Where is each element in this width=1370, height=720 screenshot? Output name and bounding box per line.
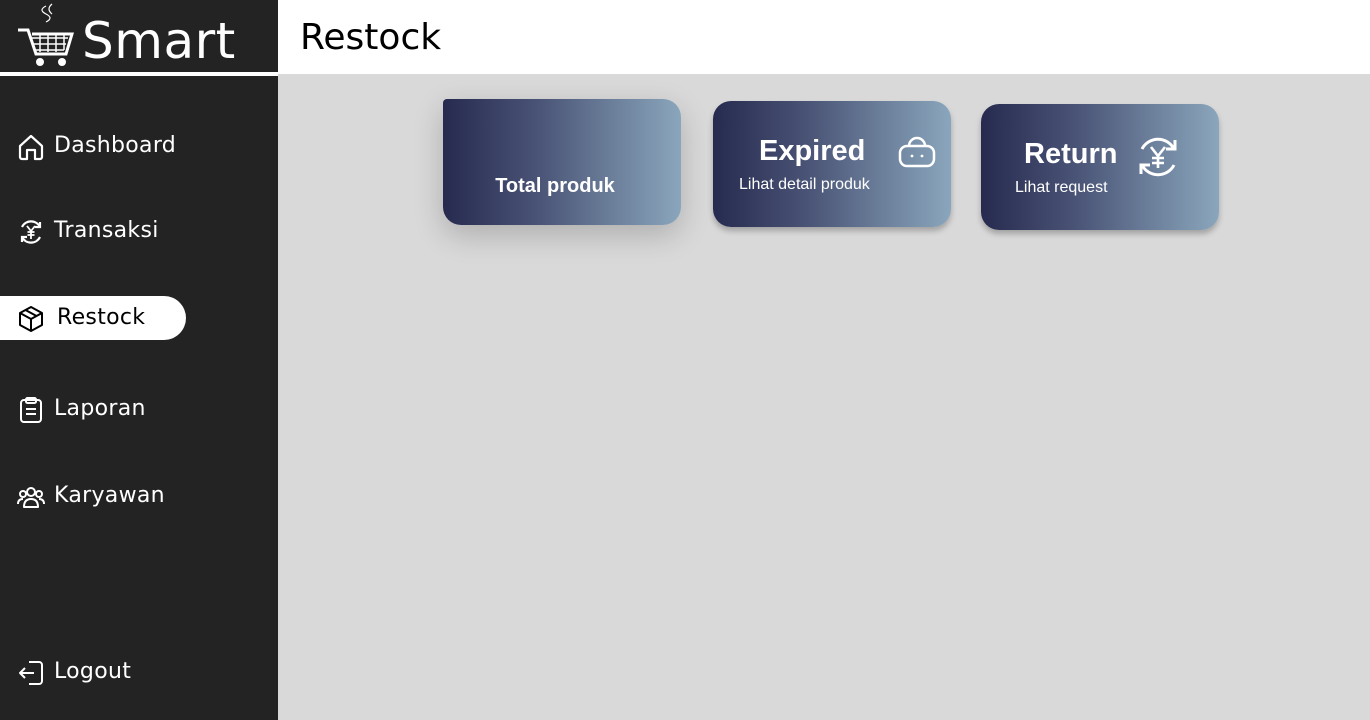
page-header: Restock [278, 0, 1370, 74]
card-subtitle: Lihat request [1015, 179, 1108, 196]
page-title: Restock [300, 17, 442, 58]
sidebar-item-restock[interactable]: Restock [0, 296, 186, 340]
package-icon [19, 306, 43, 332]
shopping-cart-icon [18, 3, 74, 66]
logout-label: Logout [54, 659, 132, 684]
sidebar-item-label: Restock [57, 305, 146, 330]
yen-refresh-icon [1139, 137, 1177, 177]
clipboard-icon [20, 397, 42, 423]
card-title: Return [1024, 138, 1118, 170]
brand: Smart [0, 0, 278, 72]
card-title: Total produk [495, 175, 615, 197]
sidebar-item-transaksi[interactable]: Transaksi [0, 209, 186, 253]
sidebar-item-label: Dashboard [54, 133, 177, 158]
sidebar-item-label: Transaksi [54, 218, 159, 243]
sidebar-item-dashboard[interactable]: Dashboard [0, 124, 186, 168]
sidebar-item-label: Karyawan [54, 483, 165, 508]
card-expired[interactable]: Expired Lihat detail produk [713, 101, 951, 227]
sidebar-item-label: Laporan [54, 396, 146, 421]
card-subtitle: Lihat detail produk [739, 176, 870, 193]
brand-divider [0, 72, 278, 76]
logout-button[interactable]: Logout [0, 650, 186, 694]
yen-refresh-icon [20, 220, 42, 244]
users-icon [17, 487, 45, 508]
home-icon [18, 134, 44, 161]
card-return[interactable]: Return Lihat request [981, 104, 1219, 230]
bag-icon [898, 136, 936, 168]
sidebar: Smart Dashboard Transaksi Restock Lapora… [0, 0, 278, 720]
card-total-produk[interactable]: Total produk [443, 99, 681, 225]
logout-icon [19, 661, 43, 685]
sidebar-item-laporan[interactable]: Laporan [0, 387, 186, 431]
brand-name: Smart [82, 12, 236, 70]
card-title: Expired [759, 135, 866, 167]
sidebar-item-karyawan[interactable]: Karyawan [0, 474, 186, 518]
